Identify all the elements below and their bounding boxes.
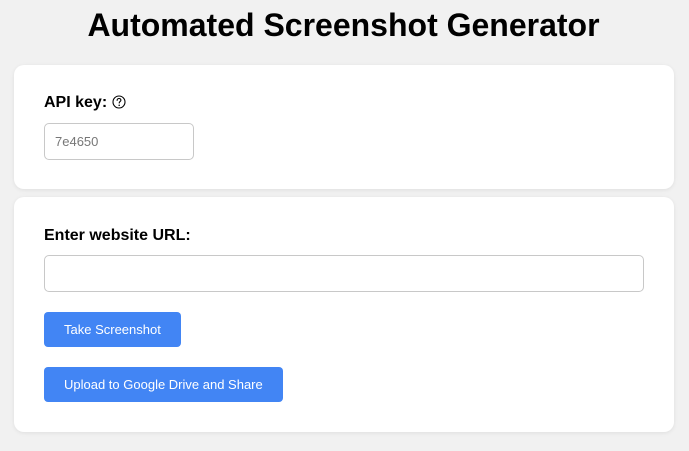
api-key-card: API key: <box>14 65 674 189</box>
website-url-label: Enter website URL: <box>44 227 191 244</box>
website-url-input[interactable] <box>44 255 644 292</box>
take-screenshot-button[interactable]: Take Screenshot <box>44 312 181 347</box>
upload-google-drive-button[interactable]: Upload to Google Drive and Share <box>44 367 283 402</box>
api-key-input[interactable] <box>44 123 194 160</box>
api-key-label: API key: <box>44 94 108 111</box>
question-circle-icon[interactable] <box>112 95 126 109</box>
website-url-card: Enter website URL: Take Screenshot Uploa… <box>14 197 674 432</box>
page-title: Automated Screenshot Generator <box>87 7 600 43</box>
